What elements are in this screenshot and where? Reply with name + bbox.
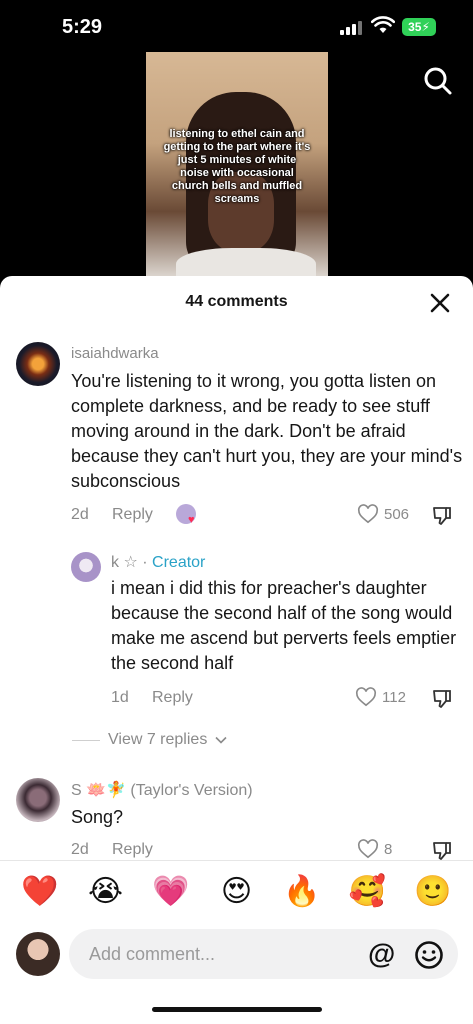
wifi-icon <box>371 16 395 33</box>
emoji-pink-heart-button[interactable]: 💗 <box>151 874 191 910</box>
emoji-heart-button[interactable]: ❤️ <box>20 874 60 910</box>
dislike-icon[interactable] <box>431 688 453 710</box>
emoji-picker-icon[interactable] <box>414 940 444 970</box>
comment-username[interactable]: S 🪷🧚 (Taylor's Version) <box>71 780 253 800</box>
avatar[interactable] <box>16 778 60 822</box>
avatar[interactable] <box>16 342 60 386</box>
comments-sheet: 44 comments isaiahdwarka You're listenin… <box>0 276 473 1024</box>
emoji-smile-button[interactable]: 🙂 <box>413 874 453 910</box>
comment-input-row: @ <box>0 929 473 989</box>
reply-username[interactable]: k ☆ · Creator <box>111 552 205 572</box>
like-count: 506 <box>384 505 410 523</box>
divider <box>0 860 473 861</box>
comment-text: You're listening to it wrong, you gotta … <box>71 371 463 491</box>
status-bar: 5:29 35⚡ <box>0 0 473 52</box>
comment-time: 2d <box>71 841 89 858</box>
battery-level: 35 <box>408 20 422 34</box>
comment-text: Song? <box>71 807 124 827</box>
mention-at-icon[interactable]: @ <box>368 938 395 970</box>
video-preview[interactable]: listening to ethel cain and getting to t… <box>146 52 328 280</box>
like-button[interactable]: 112 <box>355 687 406 707</box>
emoji-quick-bar: ❤️ 😭 💗 😍 🔥 🥰 🙂 <box>20 874 453 910</box>
reply-button[interactable]: Reply <box>112 841 153 859</box>
creator-badge: Creator <box>152 554 206 571</box>
comment-username[interactable]: isaiahdwarka <box>71 345 159 362</box>
my-avatar <box>16 932 60 976</box>
view-replies-button[interactable]: View 7 replies <box>72 731 227 749</box>
dislike-icon[interactable] <box>431 840 453 862</box>
heart-badge-icon: ♥ <box>188 514 195 526</box>
sheet-header: 44 comments <box>0 276 473 326</box>
like-button[interactable]: 8 <box>357 839 392 859</box>
comment-time: 2d <box>71 506 89 523</box>
signal-icon <box>340 21 362 35</box>
creator-avatar[interactable] <box>71 552 101 582</box>
reply-username-text: k ☆ <box>111 554 138 571</box>
heart-icon <box>357 839 379 859</box>
emoji-crying-button[interactable]: 😭 <box>86 874 126 910</box>
reply-text: i mean i did this for preacher's daughte… <box>111 578 457 673</box>
like-button[interactable]: 506 <box>357 504 409 524</box>
username-separator: · <box>142 554 148 571</box>
like-count: 112 <box>382 688 406 706</box>
dislike-icon[interactable] <box>431 505 453 527</box>
reply-button[interactable]: Reply <box>152 689 193 707</box>
charging-icon: ⚡ <box>421 20 430 34</box>
reply-time: 1d <box>111 689 129 706</box>
emoji-heart-eyes-button[interactable]: 😍 <box>217 874 257 910</box>
status-time: 5:29 <box>62 16 103 38</box>
emoji-smiling-hearts-button[interactable]: 🥰 <box>348 874 388 910</box>
battery-indicator: 35⚡ <box>402 18 436 36</box>
like-count: 8 <box>384 840 393 858</box>
view-replies-label: View 7 replies <box>108 731 208 748</box>
heart-icon <box>357 504 379 524</box>
search-icon[interactable] <box>423 66 453 96</box>
reply-button[interactable]: Reply <box>112 506 153 524</box>
heart-icon <box>355 687 377 707</box>
home-indicator <box>152 1007 322 1012</box>
comments-count-title: 44 comments <box>185 293 288 310</box>
add-comment-input[interactable] <box>69 929 458 979</box>
view-replies-line <box>72 739 100 741</box>
emoji-fire-button[interactable]: 🔥 <box>282 874 322 910</box>
close-icon[interactable] <box>429 292 451 314</box>
chevron-down-icon <box>215 736 227 744</box>
video-caption-overlay: listening to ethel cain and getting to t… <box>163 128 311 205</box>
